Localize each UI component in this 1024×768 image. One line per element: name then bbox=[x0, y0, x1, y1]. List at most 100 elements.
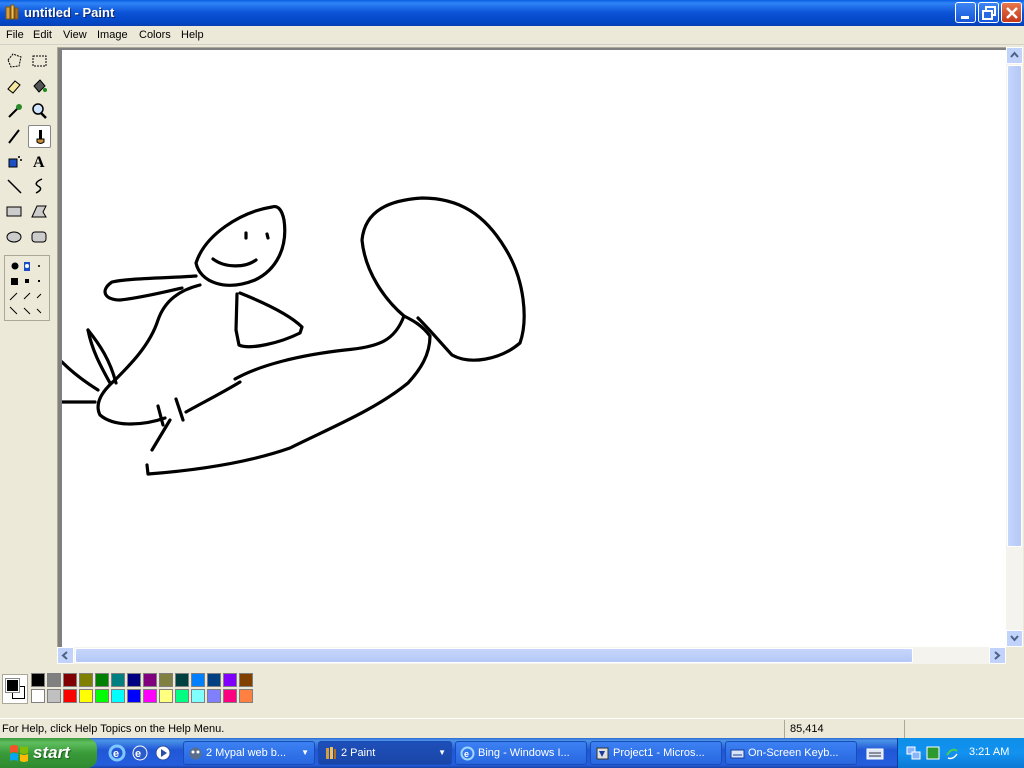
svg-text:A: A bbox=[33, 154, 45, 171]
brush-shapes-icon bbox=[9, 262, 42, 315]
arrow-right-icon bbox=[994, 651, 1001, 660]
minimize-button[interactable] bbox=[955, 2, 976, 23]
brush-shape-options[interactable] bbox=[4, 255, 50, 321]
media-player-icon[interactable] bbox=[154, 744, 172, 762]
close-button[interactable] bbox=[1001, 2, 1022, 23]
menu-help[interactable]: Help bbox=[181, 29, 204, 41]
scroll-down-button[interactable] bbox=[1006, 630, 1023, 647]
color-swatch[interactable] bbox=[95, 689, 109, 703]
task-bing[interactable]: e Bing - Windows I... bbox=[455, 741, 587, 765]
browser-icon[interactable]: e bbox=[131, 744, 149, 762]
color-palette bbox=[0, 666, 1024, 712]
color-swatch[interactable] bbox=[63, 673, 77, 687]
color-swatch[interactable] bbox=[207, 673, 221, 687]
vertical-scroll-thumb[interactable] bbox=[1007, 65, 1022, 547]
scroll-up-button[interactable] bbox=[1006, 47, 1023, 64]
color-swatch[interactable] bbox=[143, 673, 157, 687]
ie-icon[interactable]: e bbox=[108, 744, 126, 762]
scroll-right-button[interactable] bbox=[989, 647, 1006, 664]
horizontal-scroll-thumb[interactable] bbox=[75, 648, 913, 663]
color-swatch[interactable] bbox=[111, 689, 125, 703]
color-swatch[interactable] bbox=[47, 673, 61, 687]
task-label: 2 Paint bbox=[341, 747, 376, 759]
scrollbar-corner bbox=[1006, 647, 1024, 664]
menu-edit[interactable]: Edit bbox=[33, 29, 52, 41]
color-swatch[interactable] bbox=[223, 673, 237, 687]
color-swatch[interactable] bbox=[79, 673, 93, 687]
tool-curve[interactable] bbox=[28, 175, 51, 198]
task-project1[interactable]: Project1 - Micros... bbox=[590, 741, 722, 765]
color-swatch[interactable] bbox=[159, 689, 173, 703]
color-swatch[interactable] bbox=[47, 689, 61, 703]
tool-pick-color[interactable] bbox=[3, 100, 26, 123]
tool-line[interactable] bbox=[3, 175, 26, 198]
color-swatch[interactable] bbox=[143, 689, 157, 703]
color-swatch[interactable] bbox=[127, 689, 141, 703]
title-bar[interactable]: untitled - Paint bbox=[0, 0, 1024, 26]
drawing-canvas[interactable] bbox=[60, 50, 1006, 648]
color-swatch[interactable] bbox=[79, 689, 93, 703]
keyboard-tray-icon[interactable] bbox=[866, 745, 884, 763]
color-swatch[interactable] bbox=[127, 673, 141, 687]
restore-button[interactable] bbox=[978, 2, 999, 23]
horizontal-scrollbar[interactable] bbox=[57, 647, 1006, 664]
color-swatch[interactable] bbox=[31, 673, 45, 687]
tool-select[interactable] bbox=[28, 50, 51, 73]
menu-file[interactable]: File bbox=[6, 29, 24, 41]
color-swatch[interactable] bbox=[111, 673, 125, 687]
paint-app-icon bbox=[5, 4, 19, 20]
color-swatch[interactable] bbox=[31, 689, 45, 703]
svg-text:e: e bbox=[135, 748, 141, 760]
tool-free-form-select[interactable] bbox=[3, 50, 26, 73]
menu-image[interactable]: Image bbox=[97, 29, 128, 41]
scroll-left-button[interactable] bbox=[57, 647, 74, 664]
tool-fill-with-color[interactable] bbox=[28, 75, 51, 98]
eraser-icon bbox=[7, 80, 21, 94]
task-on-screen-keyboard[interactable]: On-Screen Keyb... bbox=[725, 741, 857, 765]
color-swatch[interactable] bbox=[207, 689, 221, 703]
tool-magnifier[interactable] bbox=[28, 100, 51, 123]
clock: 3:21 AM bbox=[969, 746, 1010, 758]
windows-logo-icon bbox=[10, 745, 28, 762]
color-swatch[interactable] bbox=[95, 673, 109, 687]
tool-text[interactable]: A bbox=[28, 150, 51, 173]
tool-brush[interactable] bbox=[28, 125, 51, 148]
tool-eraser[interactable] bbox=[3, 75, 26, 98]
brush-icon bbox=[36, 130, 45, 144]
tool-rectangle[interactable] bbox=[3, 200, 26, 223]
menu-colors[interactable]: Colors bbox=[139, 29, 171, 41]
tool-polygon[interactable] bbox=[28, 200, 51, 223]
color-swatch[interactable] bbox=[191, 673, 205, 687]
tool-pencil[interactable] bbox=[3, 125, 26, 148]
tool-rounded-rectangle[interactable] bbox=[28, 225, 51, 248]
polygon-icon bbox=[31, 205, 47, 218]
status-separator bbox=[904, 720, 905, 738]
tool-ellipse[interactable] bbox=[3, 225, 26, 248]
task-mypal[interactable]: 2 Mypal web b... ▼ bbox=[183, 741, 315, 765]
vertical-scrollbar[interactable] bbox=[1006, 47, 1023, 647]
color-swatch[interactable] bbox=[63, 689, 77, 703]
color-swatch[interactable] bbox=[175, 689, 189, 703]
task-paint[interactable]: 2 Paint ▼ bbox=[318, 741, 452, 765]
app-tray-icon[interactable] bbox=[925, 745, 941, 761]
security-icon[interactable] bbox=[944, 745, 960, 761]
start-button[interactable]: start bbox=[0, 738, 97, 768]
color-swatch[interactable] bbox=[239, 673, 253, 687]
toolbox: A bbox=[0, 47, 57, 667]
color-swatch[interactable] bbox=[223, 689, 237, 703]
taskbar: start e e 2 Mypal web b... ▼ 2 Paint ▼ e… bbox=[0, 738, 1024, 768]
network-icon[interactable] bbox=[906, 745, 922, 761]
color-swatch[interactable] bbox=[159, 673, 173, 687]
color-swatch[interactable] bbox=[175, 673, 189, 687]
status-separator bbox=[784, 720, 785, 738]
line-icon bbox=[7, 179, 22, 194]
tool-airbrush[interactable] bbox=[3, 150, 26, 173]
current-colors[interactable] bbox=[2, 674, 28, 704]
menu-view[interactable]: View bbox=[63, 29, 87, 41]
task-label: Project1 - Micros... bbox=[613, 747, 705, 759]
ellipse-icon bbox=[6, 231, 22, 243]
menu-bar: File Edit View Image Colors Help bbox=[0, 26, 1024, 45]
minimize-icon bbox=[961, 16, 969, 19]
color-swatch[interactable] bbox=[191, 689, 205, 703]
color-swatch[interactable] bbox=[239, 689, 253, 703]
